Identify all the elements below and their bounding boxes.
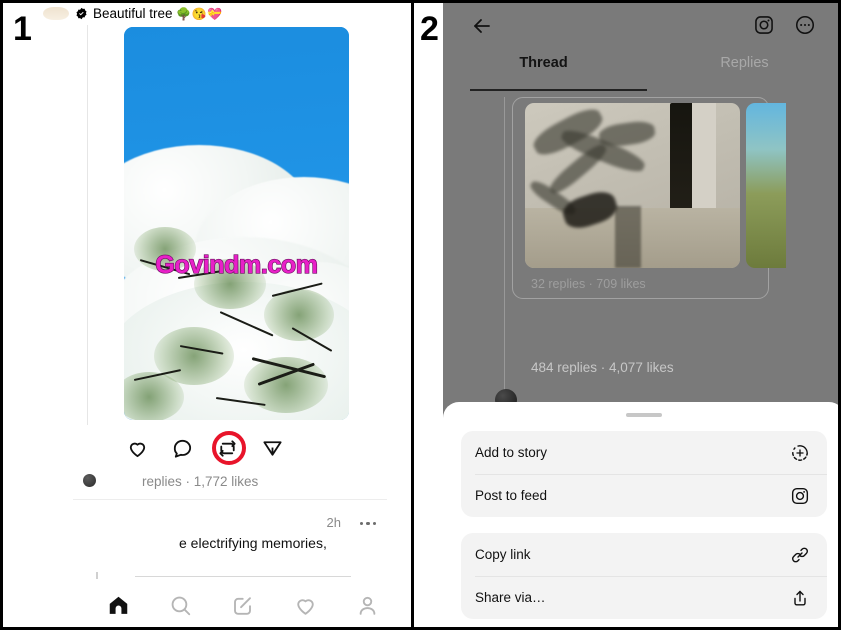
menu-item-share-via[interactable]: Share via… [461,576,827,619]
tab-replies[interactable]: Replies [644,55,838,93]
post-photo[interactable]: Govindm.com [124,27,349,420]
doorway [670,103,716,221]
comment-timestamp: 2h [326,515,341,530]
instagram-icon[interactable] [753,14,777,38]
post-title: Beautiful tree 🌳😘💝 [93,6,223,21]
add-to-story-icon [789,442,811,464]
divider [73,499,387,500]
quoted-post-photo[interactable] [525,103,740,268]
nav-profile-icon[interactable] [351,588,385,622]
menu-item-label: Add to story [475,445,548,460]
share-out-icon [789,587,811,609]
post-title-emojis: 🌳😘💝 [176,6,223,21]
screenshot-root: Beautiful tree 🌳😘💝 Govindm.com replies ·… [0,0,841,630]
menu-item-label: Share via… [475,590,546,605]
link-icon [789,544,811,566]
tab-active-indicator [470,89,647,91]
tab-thread[interactable]: Thread [443,55,644,93]
avatar [83,474,96,487]
instagram-icon [789,485,811,507]
share-menu-group-primary: Add to story Post to feed [461,431,827,517]
bottom-navigation [75,583,411,627]
comment-rail [96,572,98,579]
heart-icon[interactable] [125,436,149,460]
phone-screen-1: Beautiful tree 🌳😘💝 Govindm.com replies ·… [39,3,411,627]
comment-icon[interactable] [170,436,194,460]
post-header: Beautiful tree 🌳😘💝 [39,3,411,23]
verified-badge-icon [74,6,88,20]
share-menu-group-secondary: Copy link Share via… [461,533,827,619]
thread-rail [87,25,88,425]
comment-divider [135,576,351,577]
nav-search-icon[interactable] [164,588,198,622]
quoted-post-meta: 32 replies · 709 likes [531,277,646,291]
menu-item-copy-link[interactable]: Copy link [461,533,827,576]
panel-step-1: Beautiful tree 🌳😘💝 Govindm.com replies ·… [3,3,411,627]
sheet-grabber-handle[interactable] [626,413,662,417]
menu-item-label: Post to feed [475,488,548,503]
back-arrow-icon[interactable] [470,14,494,38]
more-circle-icon[interactable] [794,14,818,38]
step-number-label: 1 [13,10,32,48]
share-icon[interactable] [260,436,284,460]
panel-divider [411,3,414,627]
nav-home-icon[interactable] [101,588,135,622]
menu-item-add-to-story[interactable]: Add to story [461,431,827,474]
avatar [43,6,69,20]
post-meta: replies · 1,772 likes [142,474,259,489]
menu-item-label: Copy link [475,547,531,562]
post-title-text: Beautiful tree [93,5,173,21]
comment-more-icon[interactable] [359,515,376,532]
tab-bar: Thread Replies [443,55,838,93]
photo-thumbnail [746,103,786,268]
phone-screen-2: Thread Replies 32 replies · 709 likes 48… [443,3,838,627]
repost-icon[interactable] [215,436,239,460]
nav-activity-icon[interactable] [288,588,322,622]
nav-compose-icon[interactable] [226,588,260,622]
step-number-label: 2 [420,10,439,48]
panel-step-2: Thread Replies 32 replies · 709 likes 48… [414,3,838,627]
quoted-post-photo-next[interactable] [746,103,786,268]
watermark: Govindm.com [155,250,319,279]
comment-text: e electrifying memories, [179,535,327,551]
post-action-row [125,436,284,460]
person-shadow [615,206,642,268]
share-bottom-sheet: Add to story Post to feed Copy link Shar… [443,402,838,627]
top-bar [443,3,838,48]
door-pillar [692,103,716,221]
post-meta: 484 replies · 4,077 likes [531,360,674,375]
thread-rail [504,97,505,397]
menu-item-post-to-feed[interactable]: Post to feed [461,474,827,517]
